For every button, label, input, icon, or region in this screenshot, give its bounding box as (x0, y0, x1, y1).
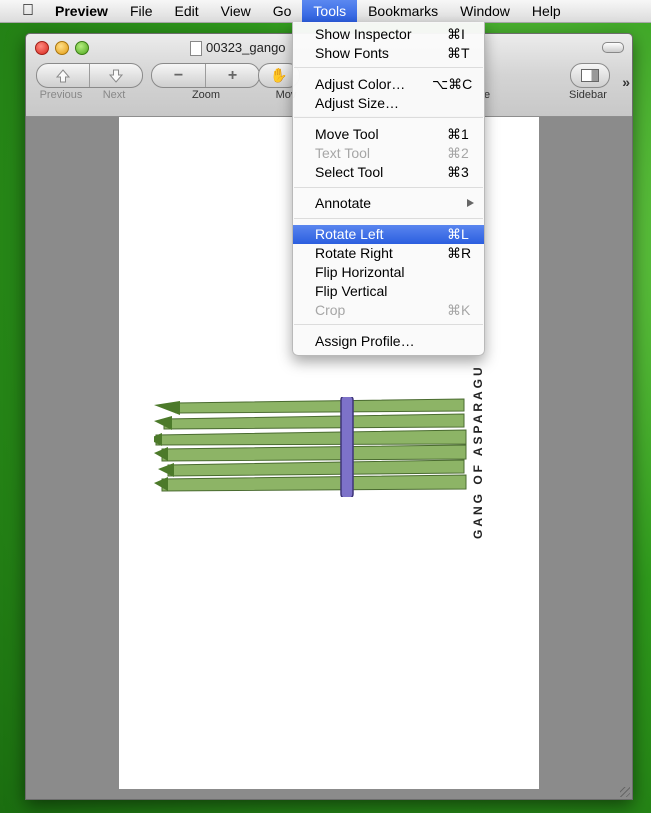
menu-item-select-tool[interactable]: Select Tool ⌘3 (293, 163, 484, 182)
zoom-out-button[interactable]: − (152, 64, 205, 87)
zoom-window-button[interactable] (75, 41, 89, 55)
menu-item-show-inspector[interactable]: Show Inspector ⌘I (293, 25, 484, 44)
zoom-in-button[interactable]: + (205, 64, 259, 87)
menu-separator (294, 117, 483, 118)
menu-view[interactable]: View (210, 0, 262, 22)
sidebar-button[interactable] (570, 63, 610, 88)
sidebar-icon (581, 69, 599, 82)
menu-bookmarks[interactable]: Bookmarks (357, 0, 449, 22)
tools-menu-dropdown: Show Inspector ⌘I Show Fonts ⌘T Adjust C… (292, 22, 485, 356)
document-proxy-icon[interactable] (190, 41, 202, 56)
menu-separator (294, 67, 483, 68)
toolbar-overflow-chevron-icon[interactable]: » (622, 74, 630, 90)
minus-icon: − (173, 66, 184, 84)
menu-separator (294, 218, 483, 219)
menu-item-show-fonts[interactable]: Show Fonts ⌘T (293, 44, 484, 63)
previous-label: Previous (39, 89, 83, 101)
menu-help[interactable]: Help (521, 0, 572, 22)
menu-item-flip-vertical[interactable]: Flip Vertical (293, 282, 484, 301)
previous-next-control (36, 63, 143, 88)
close-window-button[interactable] (35, 41, 49, 55)
next-button[interactable] (89, 64, 142, 87)
menu-edit[interactable]: Edit (164, 0, 210, 22)
menu-bar:  Preview File Edit View Go Tools Bookma… (0, 0, 651, 23)
menu-item-rotate-left[interactable]: Rotate Left ⌘L (293, 225, 484, 244)
window-title: 00323_gango (206, 40, 286, 55)
up-arrow-icon (55, 68, 71, 82)
next-label: Next (102, 89, 126, 101)
menu-window[interactable]: Window (449, 0, 521, 22)
menu-item-adjust-color[interactable]: Adjust Color… ⌥⌘C (293, 75, 484, 94)
menu-tools[interactable]: Tools (302, 0, 358, 22)
submenu-arrow-icon (467, 199, 474, 207)
menu-app-preview[interactable]: Preview (55, 0, 119, 22)
plus-icon: + (227, 66, 238, 84)
zoom-label: Zoom (191, 89, 221, 101)
document-caption: GANG OF ASPARAGU (471, 364, 485, 540)
zoom-control: − + (151, 63, 260, 88)
resize-grip-icon[interactable] (620, 787, 630, 797)
menu-separator (294, 324, 483, 325)
asparagus-illustration (154, 397, 467, 497)
minimize-window-button[interactable] (55, 41, 69, 55)
menu-file[interactable]: File (119, 0, 164, 22)
menu-item-rotate-right[interactable]: Rotate Right ⌘R (293, 244, 484, 263)
toolbar-toggle-button[interactable] (602, 42, 624, 53)
sidebar-label: Sidebar (569, 89, 607, 101)
menu-go[interactable]: Go (262, 0, 303, 22)
menu-item-assign-profile[interactable]: Assign Profile… (293, 332, 484, 351)
menu-item-move-tool[interactable]: Move Tool ⌘1 (293, 125, 484, 144)
menu-item-annotate[interactable]: Annotate (293, 194, 484, 213)
previous-button[interactable] (37, 64, 89, 87)
menu-item-adjust-size[interactable]: Adjust Size… (293, 94, 484, 113)
menu-item-flip-horizontal[interactable]: Flip Horizontal (293, 263, 484, 282)
menu-item-crop: Crop ⌘K (315, 302, 471, 318)
menu-separator (294, 187, 483, 188)
down-arrow-icon (108, 69, 124, 83)
apple-menu-icon[interactable]:  (18, 2, 38, 20)
menu-item-text-tool: Text Tool ⌘2 (315, 145, 469, 161)
